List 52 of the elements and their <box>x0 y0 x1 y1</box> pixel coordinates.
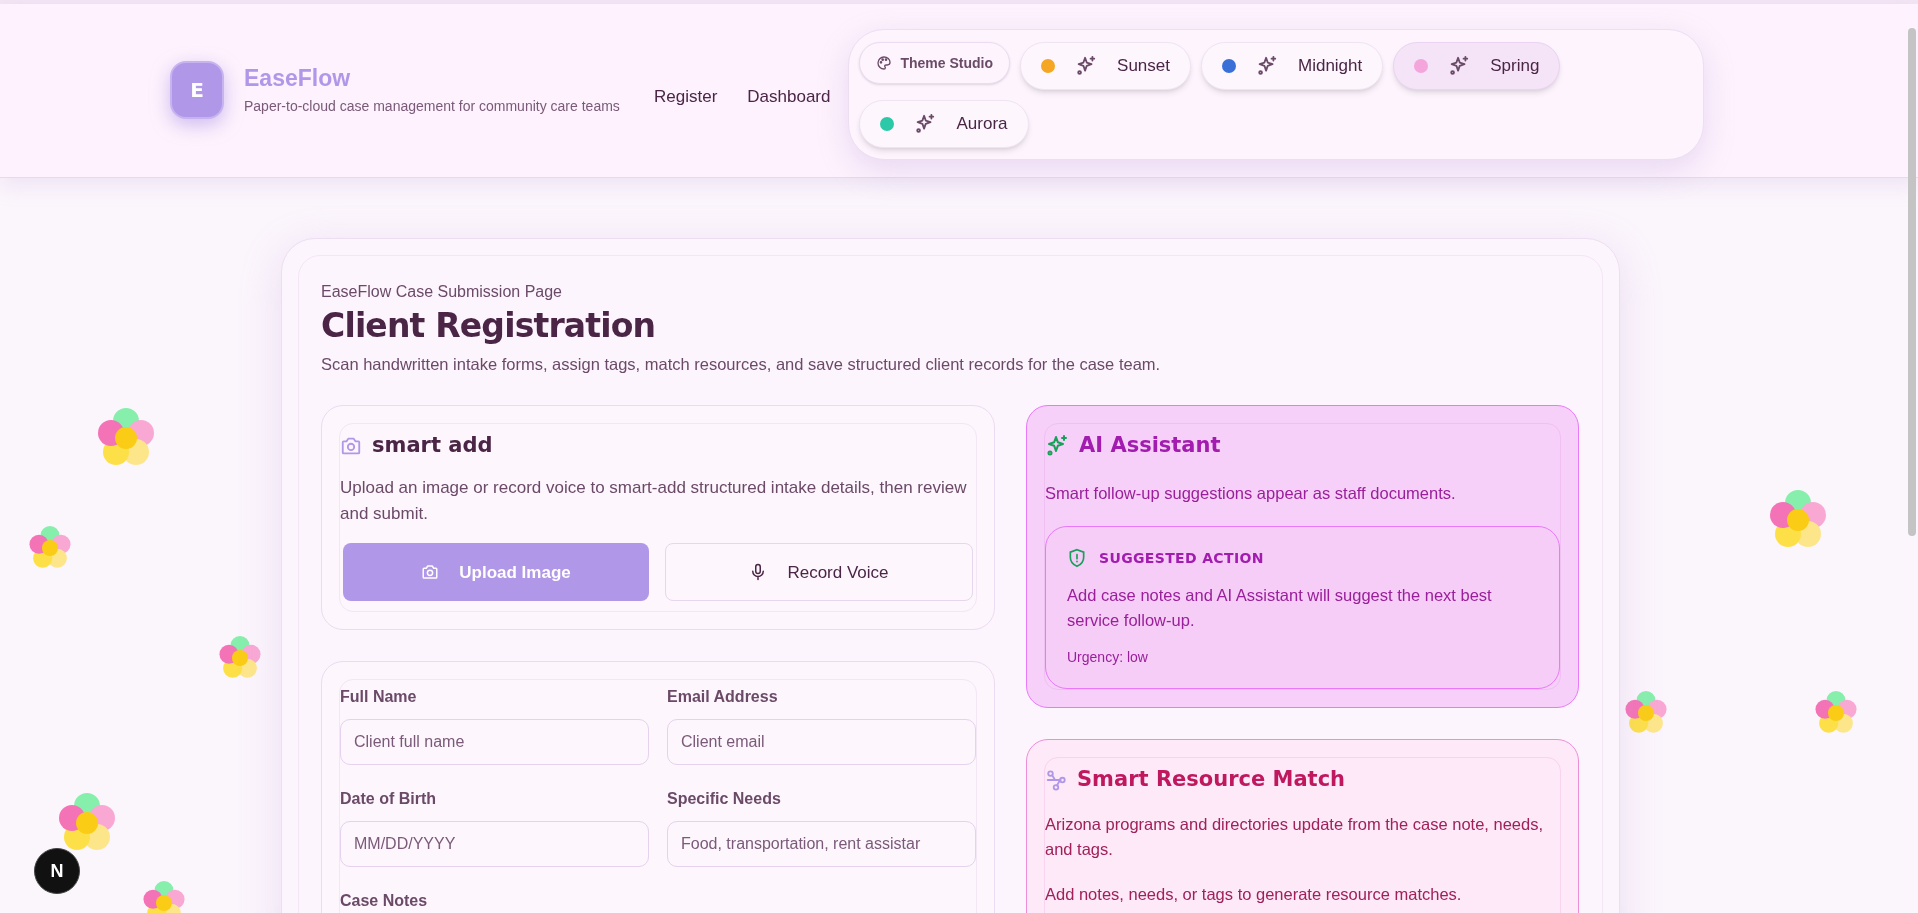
page-title: Client Registration <box>321 305 657 347</box>
smart-add-description: Upload an image or record voice to smart-add structured intake details, then review and submit. <box>340 477 968 526</box>
suggestion-text: Add case notes and AI Assistant will suggest the next best service follow-up. <box>1067 585 1493 631</box>
nav-link[interactable]: Register <box>654 84 718 110</box>
route-icon <box>1045 768 1067 791</box>
resource-text: Arizona programs and directories update from the case note, needs, and tags. <box>1045 813 1545 860</box>
section-title: AI Assistant <box>1079 431 1221 459</box>
flower-drawing <box>28 526 72 570</box>
sparkle-icon <box>1256 55 1278 77</box>
logo-badge: E <box>170 61 224 119</box>
input-field[interactable]: Client email <box>667 719 976 766</box>
palette-icon <box>876 55 893 71</box>
theme-studio-button[interactable]: Theme Studio <box>859 42 1011 84</box>
ai-description: Smart follow-up suggestions appear as staff documents. <box>1045 483 1457 505</box>
field-label: Specific Needs <box>667 789 782 810</box>
field-label: Date of Birth <box>340 789 437 810</box>
sparkle-icon <box>914 113 937 135</box>
shield-icon <box>1067 547 1087 569</box>
field-label: Full Name <box>340 687 418 708</box>
section-title: Smart Resource Match <box>1077 766 1346 793</box>
input-field[interactable]: Client full name <box>340 719 649 766</box>
field-label: Email Address <box>667 687 779 708</box>
resource-text: Add notes, needs, or tags to generate resource matches. <box>1045 883 1463 905</box>
sparkle-icon <box>1075 55 1098 77</box>
flower-drawing <box>1624 691 1668 735</box>
sparkle-icon <box>1448 55 1471 77</box>
sparkle-icon <box>1045 433 1069 458</box>
input-field[interactable]: MM/DD/YYYY <box>340 821 649 868</box>
urgency-text: Urgency: low <box>1067 648 1149 667</box>
brand-name: EaseFlow <box>244 63 352 93</box>
nav-link[interactable]: Dashboard <box>747 84 831 110</box>
section-title: smart add <box>372 431 493 459</box>
theme-chip[interactable]: Sunset <box>1020 42 1191 90</box>
eyebrow-text: EaseFlow Case Submission Page <box>321 282 563 302</box>
flower-drawing <box>1768 490 1828 550</box>
brand-tagline: Paper-to-cloud case management for community care teams <box>244 97 621 117</box>
page-subtitle: Scan handwritten intake forms, assign tags, match resources, and save structured client records for the case team. <box>321 354 1162 375</box>
flower-drawing <box>96 408 156 468</box>
theme-chip[interactable]: Spring <box>1393 42 1561 90</box>
scrollbar[interactable] <box>1908 28 1916 536</box>
field-label: Case Notes <box>340 891 429 912</box>
theme-chip[interactable]: Aurora <box>859 100 1029 148</box>
flower-drawing <box>57 793 117 853</box>
input-field[interactable]: Food, transportation, rent assistar <box>667 821 976 868</box>
record-button[interactable]: Record Voice <box>665 543 973 602</box>
dev-badge[interactable]: N <box>34 848 80 894</box>
camera-icon <box>421 563 440 582</box>
flower-drawing <box>142 881 186 913</box>
flower-drawing <box>1814 691 1858 735</box>
flower-drawing <box>218 636 262 680</box>
suggestion-heading: SUGGESTED ACTION <box>1099 548 1264 568</box>
theme-chip[interactable]: Midnight <box>1201 42 1384 90</box>
